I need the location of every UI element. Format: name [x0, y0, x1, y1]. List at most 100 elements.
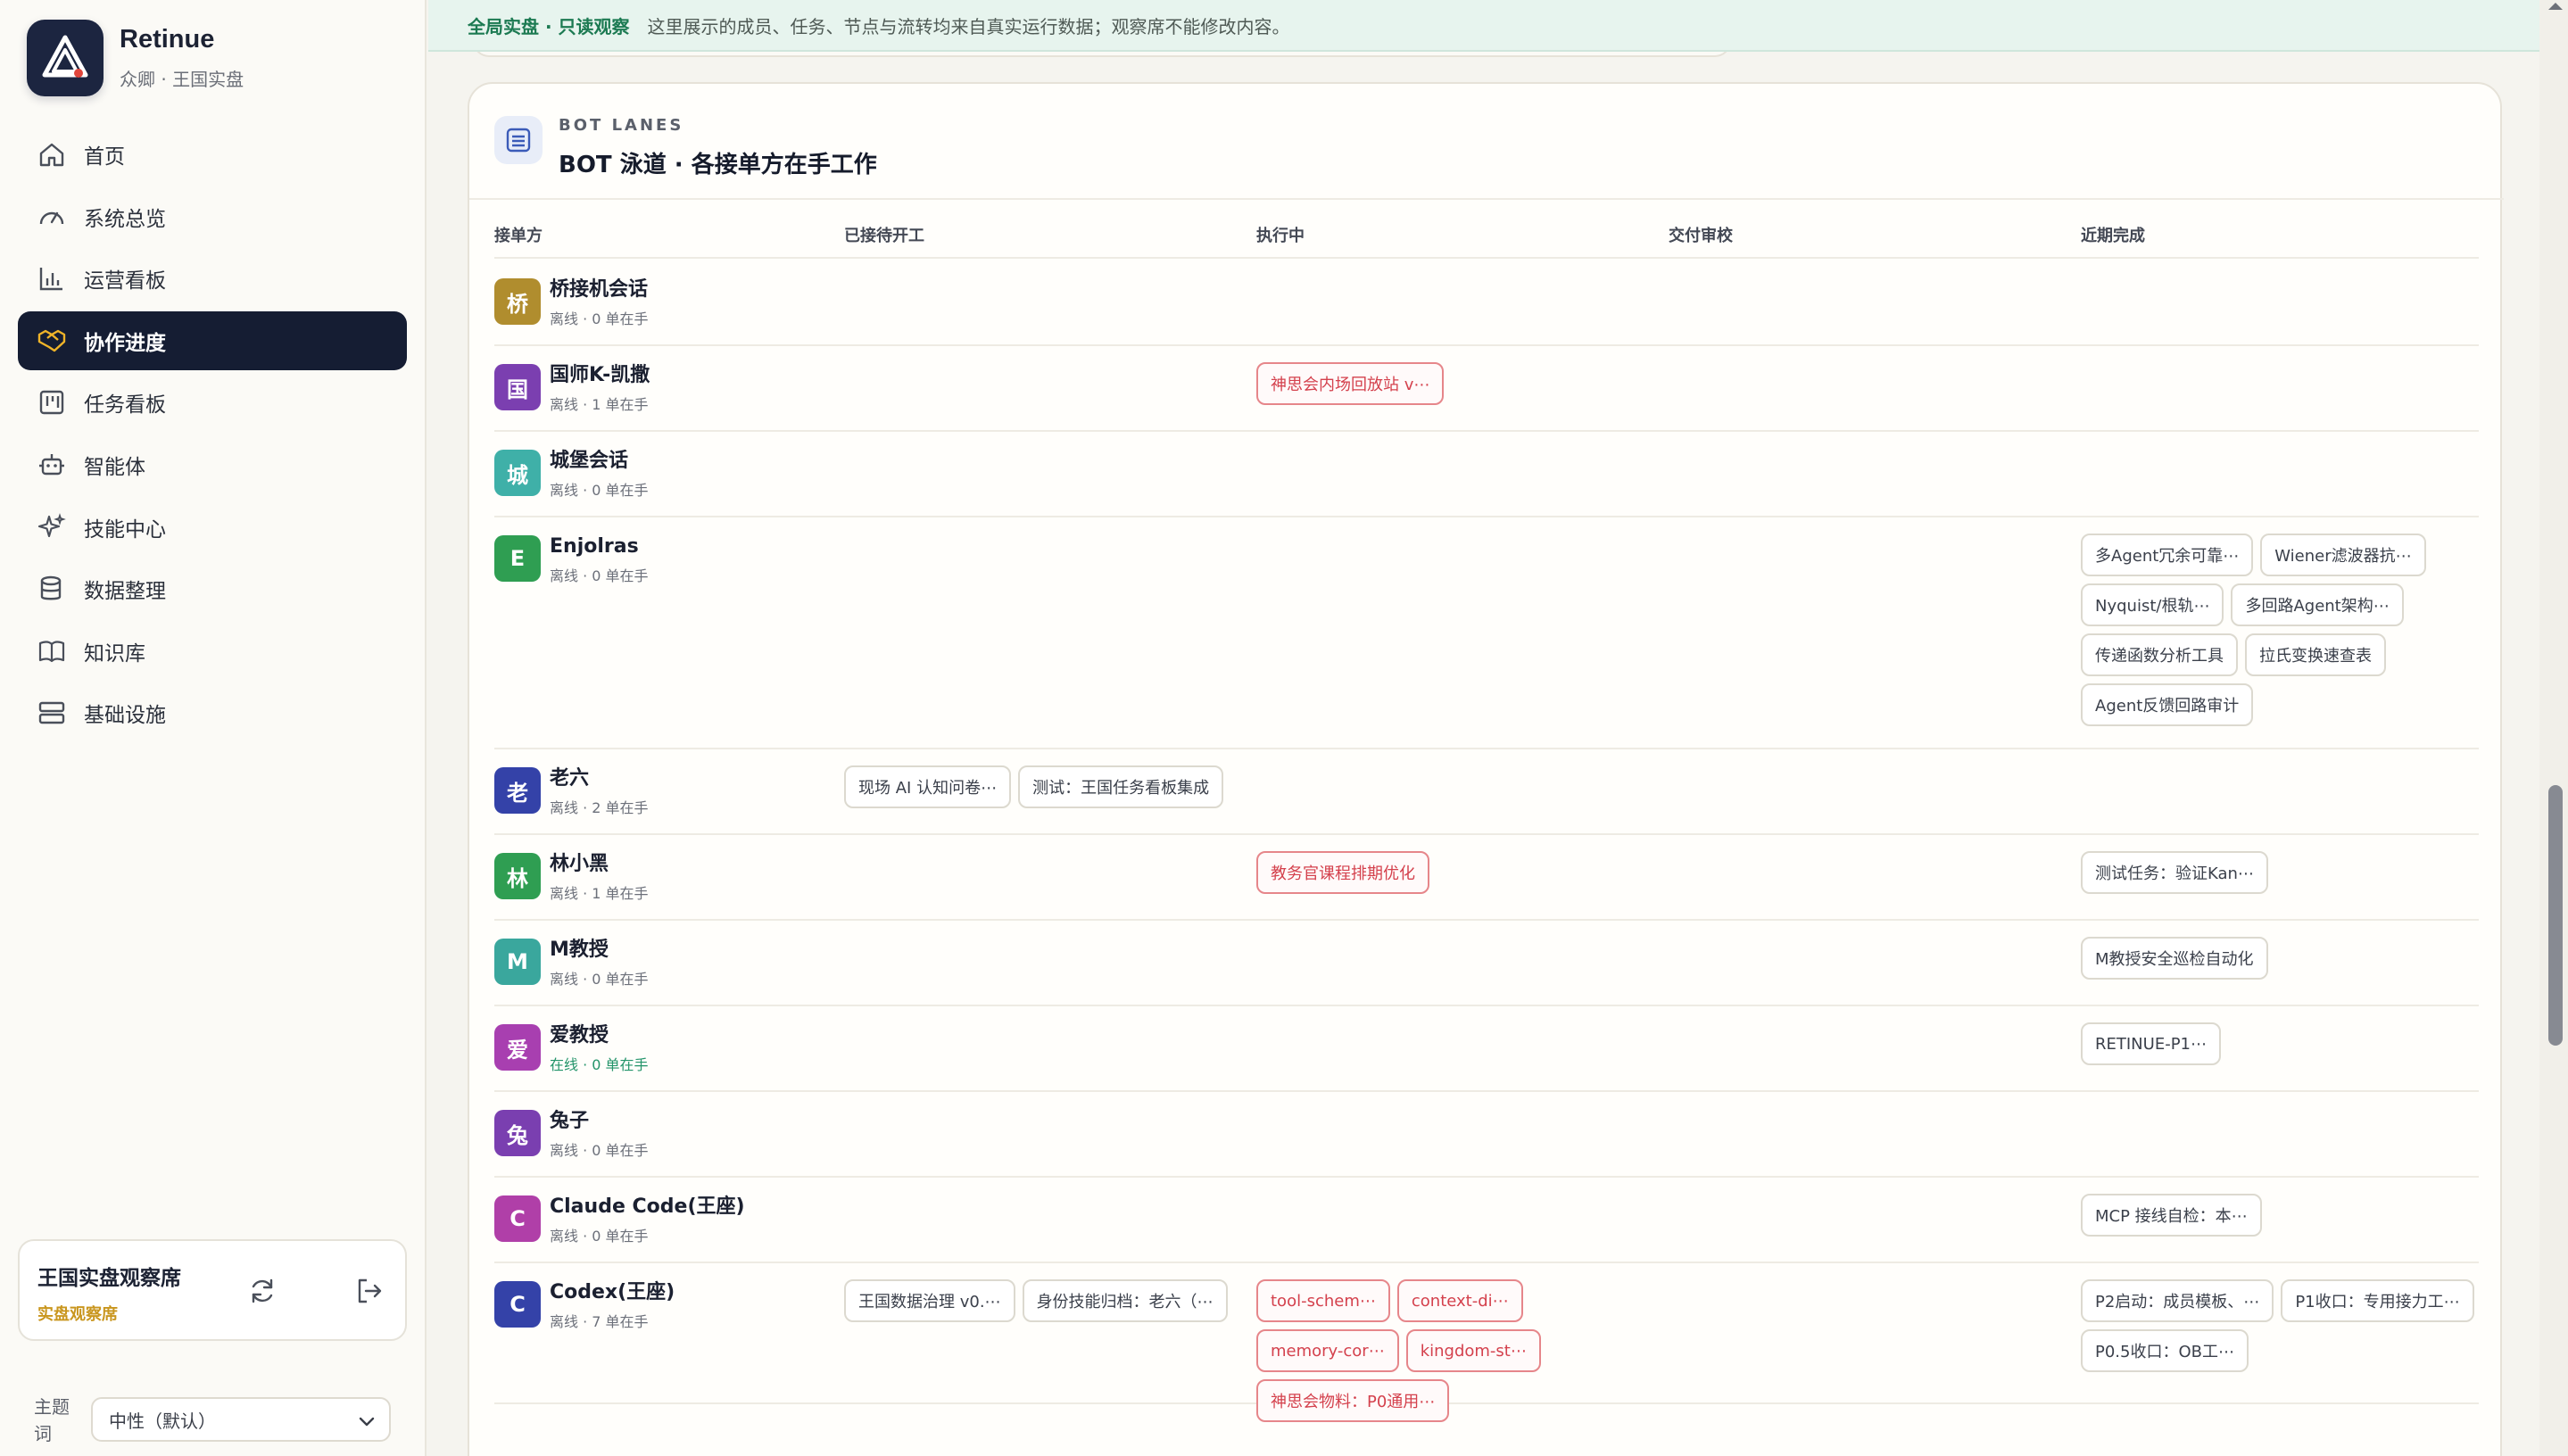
retinue-logo-icon [27, 20, 104, 96]
lanes-table-header: 接单方 已接待开工 执行中 交付审校 近期完成 [494, 223, 2479, 259]
task-chip[interactable]: P2启动：成员模板、⋯ [2081, 1279, 2274, 1322]
lane-waiting-column: 王国数据治理 v0.⋯ 身份技能归档：老六（⋯ [844, 1279, 1237, 1322]
lane-agent[interactable]: 兔兔子 离线 · 0 单在手 [494, 1110, 649, 1160]
sidebar-item-agents[interactable]: 智能体 [18, 435, 407, 494]
banner-description: 这里展示的成员、任务、节点与流转均来自真实运行数据；观察席不能修改内容。 [647, 15, 1290, 37]
agent-status: 离线 · 2 单在手 [550, 799, 649, 816]
lane-done-column: M教授安全巡检自动化 [2081, 937, 2479, 980]
lane-row: 城城堡会话 离线 · 0 单在手 [494, 432, 2479, 517]
task-chip[interactable]: 多回路Agent架构⋯ [2231, 583, 2404, 626]
lane-executing-column: 神思会内场回放站 v⋯ [1256, 362, 1649, 405]
column-header-owner: 接单方 [494, 227, 543, 245]
agent-status: 离线 · 0 单在手 [550, 1142, 649, 1159]
agent-name: 国师K-凯撒 [550, 364, 650, 386]
column-header-waiting: 已接待开工 [844, 227, 924, 245]
column-header-done: 近期完成 [2081, 227, 2145, 245]
theme-select[interactable]: 中性（默认） [91, 1397, 391, 1442]
sidebar-item-ops-board[interactable]: 运营看板 [18, 249, 407, 308]
task-chip[interactable]: tool-schem⋯ [1256, 1279, 1390, 1322]
task-chip[interactable]: 身份技能归档：老六（⋯ [1022, 1279, 1228, 1322]
sidebar-item-overview[interactable]: 系统总览 [18, 187, 407, 246]
agent-name: Claude Code(王座) [550, 1195, 745, 1218]
task-chip[interactable]: Agent反馈回路审计 [2081, 683, 2254, 726]
banner-mode: 全局实盘 · 只读观察 [468, 15, 630, 37]
sparkle-icon [36, 511, 68, 543]
sidebar-item-label: 数据整理 [84, 580, 166, 604]
agent-name: Enjolras [550, 535, 639, 558]
observer-title: 王国实盘观察席 [37, 1267, 181, 1290]
task-chip[interactable]: P0.5收口：OB工⋯ [2081, 1329, 2249, 1372]
logout-button[interactable] [350, 1271, 389, 1311]
refresh-button[interactable] [243, 1271, 282, 1311]
lane-agent[interactable]: 爱爱教授 在线 · 0 单在手 [494, 1024, 649, 1074]
lane-agent[interactable]: 桥桥接机会话 离线 · 0 单在手 [494, 278, 649, 328]
task-chip[interactable]: 教务官课程排期优化 [1256, 851, 1429, 894]
avatar: C [494, 1195, 541, 1242]
bot-lanes-panel: BOT LANES BOT 泳道 · 各接单方在手工作 接单方 已接待开工 执行… [468, 82, 2504, 1456]
task-chip[interactable]: M教授安全巡检自动化 [2081, 937, 2268, 980]
task-chip[interactable]: 神思会内场回放站 v⋯ [1256, 362, 1445, 405]
agent-name: 林小黑 [550, 853, 609, 875]
task-chip[interactable]: MCP 接线自检：本⋯ [2081, 1194, 2262, 1237]
lane-row: E Enjolras 离线 · 0 单在手 多Agent冗余可靠⋯ Wiener滤波器抗… [494, 517, 2479, 749]
brand[interactable]: Retinue 众卿 · 王国实盘 [27, 20, 244, 96]
task-chip[interactable]: 王国数据治理 v0.⋯ [844, 1279, 1015, 1322]
lane-agent[interactable]: C Codex(王座) 离线 · 7 单在手 [494, 1281, 675, 1331]
sidebar-item-data[interactable]: 数据整理 [18, 559, 407, 618]
agent-status: 离线 · 1 单在手 [550, 885, 649, 902]
gauge-icon [36, 201, 68, 233]
lane-row: 兔兔子 离线 · 0 单在手 [494, 1092, 2479, 1178]
agent-status: 在线 · 0 单在手 [550, 1056, 649, 1073]
theme-select-value: 中性（默认） [109, 1410, 216, 1432]
agent-name: 老六 [550, 767, 590, 790]
lane-executing-column: 教务官课程排期优化 [1256, 851, 1649, 894]
avatar: E [494, 535, 541, 582]
sidebar-item-home[interactable]: 首页 [18, 125, 407, 184]
column-header-executing: 执行中 [1256, 227, 1305, 245]
sidebar-item-knowledge[interactable]: 知识库 [18, 622, 407, 681]
task-chip[interactable]: 神思会物料：P0通用⋯ [1256, 1379, 1450, 1422]
handshake-icon [36, 325, 68, 357]
task-chip[interactable]: 测试任务：验证Kan⋯ [2081, 851, 2268, 894]
lane-agent[interactable]: 林林小黑 离线 · 1 单在手 [494, 853, 649, 903]
lane-executing-column: tool-schem⋯ context-di⋯ memory-cor⋯ kingdom… [1256, 1279, 1649, 1422]
scrollbar-track[interactable] [2539, 0, 2568, 1456]
task-chip[interactable]: 测试：王国任务看板集成 [1018, 765, 1224, 808]
task-chip[interactable]: P1收口：专用接力工⋯ [2281, 1279, 2474, 1322]
lane-agent[interactable]: 老老六 离线 · 2 单在手 [494, 767, 649, 817]
scrollbar-thumb[interactable] [2548, 785, 2563, 1046]
task-chip[interactable]: RETINUE-P1⋯ [2081, 1022, 2221, 1065]
sidebar-item-label: 智能体 [84, 455, 145, 479]
sidebar-item-label: 基础设施 [84, 704, 166, 728]
sidebar-item-task-board[interactable]: 任务看板 [18, 373, 407, 432]
task-chip[interactable]: 传递函数分析工具 [2081, 633, 2238, 676]
sidebar-item-infra[interactable]: 基础设施 [18, 683, 407, 742]
lane-agent[interactable]: 国国师K-凯撒 离线 · 1 单在手 [494, 364, 650, 414]
scroll-up-arrow-icon[interactable] [2545, 0, 2566, 12]
sidebar-item-label: 运营看板 [84, 269, 166, 294]
agent-status: 离线 · 0 单在手 [550, 310, 649, 327]
task-chip[interactable]: 拉氏变换速查表 [2245, 633, 2386, 676]
task-chip[interactable]: 现场 AI 认知问卷⋯ [844, 765, 1012, 808]
task-chip[interactable]: kingdom-st⋯ [1405, 1329, 1541, 1372]
main-content: 全局实盘 · 只读观察 这里展示的成员、任务、节点与流转均来自真实运行数据；观察… [428, 0, 2539, 1456]
lane-row: 国国师K-凯撒 离线 · 1 单在手 神思会内场回放站 v⋯ [494, 346, 2479, 432]
lane-agent[interactable]: C Claude Code(王座) 离线 · 0 单在手 [494, 1195, 745, 1245]
sidebar: Retinue 众卿 · 王国实盘 首页 系统总览 运营看板 协作进度 任务看板… [0, 0, 427, 1456]
lane-agent[interactable]: M M教授 离线 · 0 单在手 [494, 939, 649, 989]
sidebar-item-collab-progress[interactable]: 协作进度 [18, 310, 407, 370]
lane-agent[interactable]: 城城堡会话 离线 · 0 单在手 [494, 450, 649, 500]
server-icon [36, 697, 68, 729]
task-chip[interactable]: memory-cor⋯ [1256, 1329, 1399, 1372]
task-chip[interactable]: 多Agent冗余可靠⋯ [2081, 534, 2254, 576]
sidebar-item-label: 知识库 [84, 641, 145, 666]
lane-row: M M教授 离线 · 0 单在手 M教授安全巡检自动化 [494, 921, 2479, 1006]
lane-done-column: MCP 接线自检：本⋯ [2081, 1194, 2479, 1237]
task-chip[interactable]: context-di⋯ [1396, 1279, 1523, 1322]
avatar: C [494, 1281, 541, 1328]
task-chip[interactable]: Nyquist/根轨⋯ [2081, 583, 2224, 626]
lane-agent[interactable]: E Enjolras 离线 · 0 单在手 [494, 535, 649, 585]
lane-row: 老老六 离线 · 2 单在手 现场 AI 认知问卷⋯ 测试：王国任务看板集成 [494, 749, 2479, 835]
task-chip[interactable]: Wiener滤波器抗⋯ [2260, 534, 2426, 576]
sidebar-item-skills[interactable]: 技能中心 [18, 498, 407, 557]
